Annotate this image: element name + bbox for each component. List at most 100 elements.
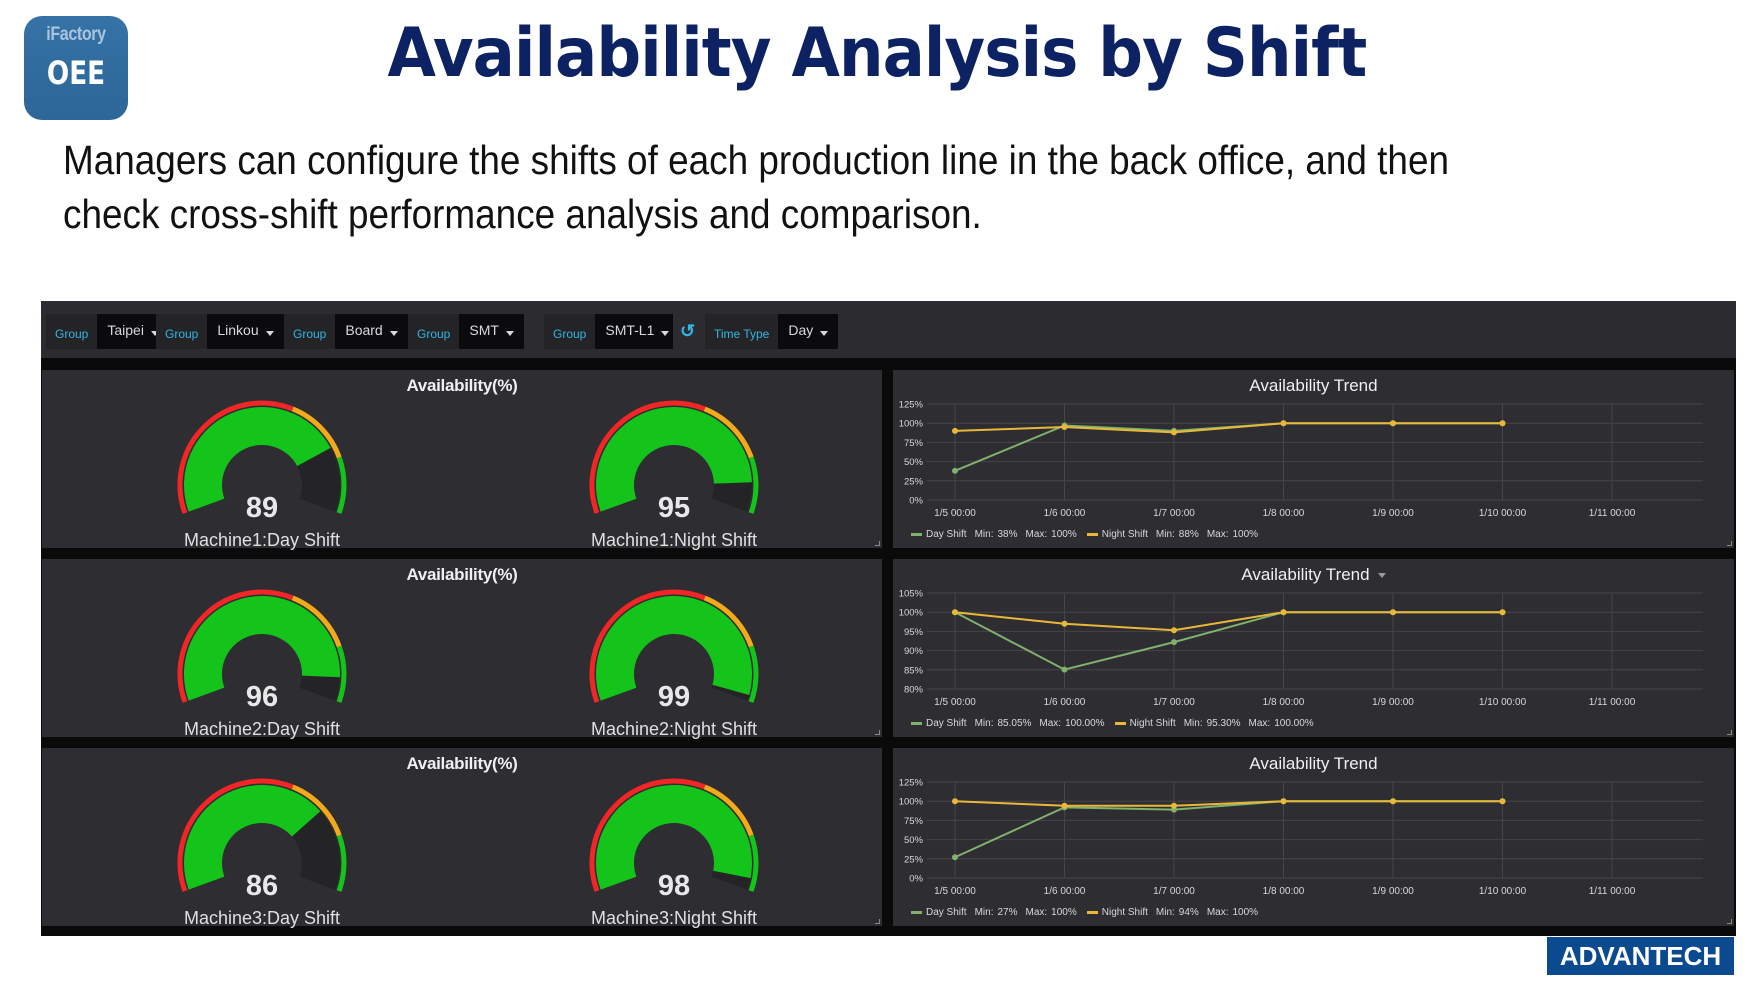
data-point[interactable] (1390, 609, 1396, 616)
data-point[interactable] (1061, 802, 1068, 809)
legend-swatch (1114, 722, 1126, 725)
data-point[interactable] (1280, 420, 1287, 427)
resize-handle[interactable] (875, 730, 880, 735)
legend-swatch (1086, 533, 1098, 536)
data-point[interactable] (952, 854, 958, 861)
x-tick-label: 1/7 00:00 (1153, 508, 1195, 519)
gauge-value: 95 (657, 492, 691, 524)
legend-series-name: Day Shift (926, 718, 967, 729)
legend-item[interactable]: Day Shift Min: 38% Max: 100% (911, 529, 1077, 540)
legend-item[interactable]: Day Shift Min: 85.05% Max: 100.00% (911, 718, 1105, 729)
legend-item[interactable]: Night Shift Min: 95.30% Max: 100.00% (1114, 718, 1314, 729)
data-point[interactable] (1390, 798, 1396, 805)
filter-group-3[interactable]: Group Board (284, 314, 408, 349)
y-tick-label: 100% (899, 608, 924, 619)
data-point[interactable] (1499, 609, 1506, 616)
resize-handle[interactable] (875, 541, 880, 546)
subtitle-line-1: Managers can configure the shifts of eac… (63, 137, 1450, 183)
gauge-value: 98 (657, 870, 691, 902)
panel-title[interactable]: Availability(%) (42, 376, 882, 396)
data-point[interactable] (1061, 424, 1068, 431)
legend-swatch (911, 533, 922, 536)
availability-gauge-panel: Availability(%) 89 Machine1:Day Shift 95 Mac… (42, 370, 882, 550)
data-point[interactable] (1171, 429, 1177, 436)
data-point[interactable] (1061, 620, 1068, 627)
x-tick-label: 1/11 00:00 (1589, 697, 1636, 708)
chart-legend: Day Shift Min: 38% Max: 100% Night Shift Min: 8… (911, 529, 1258, 540)
filter-group-1[interactable]: Group Taipei (46, 314, 169, 349)
legend-series-name: Night Shift (1129, 718, 1176, 729)
filter-dropdown[interactable]: SMT-L1 (595, 314, 680, 349)
y-tick-label: 100% (899, 797, 924, 808)
filter-dropdown[interactable]: SMT (459, 314, 524, 349)
legend-max-value: 100% (1232, 907, 1259, 918)
y-tick-label: 100% (899, 419, 924, 430)
time-type-dropdown[interactable]: Day (778, 314, 839, 349)
y-tick-label: 0% (909, 874, 923, 885)
legend-min-value: 27% (997, 907, 1018, 918)
data-point[interactable] (952, 467, 958, 474)
gauge-label: Machine1:Night Shift (590, 530, 758, 550)
y-tick-label: 75% (904, 816, 924, 827)
y-tick-label: 80% (904, 685, 924, 696)
filter-dropdown[interactable]: Board (335, 314, 408, 349)
resize-handle[interactable] (875, 919, 880, 924)
y-tick-label: 75% (904, 438, 924, 449)
legend-item[interactable]: Day Shift Min: 27% Max: 100% (911, 907, 1077, 918)
legend-max-label: Max: (1248, 718, 1271, 729)
legend-max-value: 100% (1232, 529, 1259, 540)
filter-group-2[interactable]: Group Linkou (156, 314, 284, 349)
x-tick-label: 1/9 00:00 (1372, 508, 1414, 519)
filter-value: SMT (469, 321, 499, 338)
data-point[interactable] (1280, 798, 1287, 805)
x-tick-label: 1/9 00:00 (1372, 886, 1414, 897)
time-type-filter[interactable]: Time Type Day (705, 314, 839, 349)
subtitle-line-2: check cross-shift performance analysis a… (63, 191, 982, 237)
filter-label: Group (284, 314, 336, 349)
page-title: Availability Analysis by Shift (387, 14, 1368, 93)
refresh-icon[interactable]: ↺ (673, 314, 702, 349)
legend-max-value: 100% (1051, 907, 1077, 918)
data-point[interactable] (1499, 798, 1506, 805)
availability-trend-panel: Availability Trend 0% 25% 50% 75% 100% 125% 1/5… (893, 370, 1734, 548)
legend-item[interactable]: Night Shift Min: 94% Max: 100% (1086, 907, 1259, 918)
y-tick-label: 125% (899, 400, 924, 411)
chart-legend: Day Shift Min: 85.05% Max: 100.00% Night Shif… (911, 718, 1314, 729)
x-tick-label: 1/11 00:00 (1589, 886, 1636, 897)
y-tick-label: 90% (904, 646, 924, 657)
filter-group-5[interactable]: Group SMT-L1 (544, 314, 680, 349)
data-point[interactable] (1499, 420, 1506, 427)
data-point[interactable] (1280, 609, 1287, 616)
data-point[interactable] (1171, 627, 1177, 634)
page-subtitle: Managers can configure the shifts of eac… (63, 133, 1575, 241)
caret-down-icon (820, 330, 829, 336)
data-point[interactable] (952, 427, 958, 434)
gauge-label: Machine2:Night Shift (590, 719, 758, 739)
availability-gauge: 89 Machine1:Day Shift (172, 400, 352, 550)
availability-gauge: 95 Machine1:Night Shift (584, 400, 764, 550)
data-point[interactable] (1061, 666, 1068, 673)
legend-item[interactable]: Night Shift Min: 88% Max: 100% (1086, 529, 1259, 540)
series-line-day-shift (954, 800, 1503, 859)
panel-title[interactable]: Availability(%) (42, 565, 882, 585)
data-point[interactable] (952, 798, 958, 805)
y-tick-label: 50% (904, 457, 924, 468)
y-tick-label: 125% (899, 778, 924, 789)
legend-min-value: 88% (1178, 529, 1199, 540)
x-tick-label: 1/5 00:00 (934, 508, 976, 519)
legend-max-label: Max: (1025, 907, 1048, 918)
legend-max-label: Max: (1206, 529, 1229, 540)
data-point[interactable] (952, 609, 958, 616)
trend-chart-svg: 0% 25% 50% 75% 100% 125% 1/5 00:00 1/6 00:00 1/7… (899, 400, 1703, 519)
data-point[interactable] (1171, 639, 1177, 646)
legend-min-label: Min: (1183, 718, 1203, 729)
data-point[interactable] (1390, 420, 1396, 427)
data-point[interactable] (1171, 802, 1177, 809)
filter-dropdown[interactable]: Linkou (207, 314, 284, 349)
panel-title[interactable]: Availability(%) (42, 754, 882, 774)
filter-group-4[interactable]: Group SMT (408, 314, 524, 349)
x-tick-label: 1/6 00:00 (1044, 508, 1086, 519)
x-tick-label: 1/8 00:00 (1263, 508, 1305, 519)
caret-down-icon (661, 330, 670, 336)
x-tick-label: 1/8 00:00 (1263, 886, 1305, 897)
